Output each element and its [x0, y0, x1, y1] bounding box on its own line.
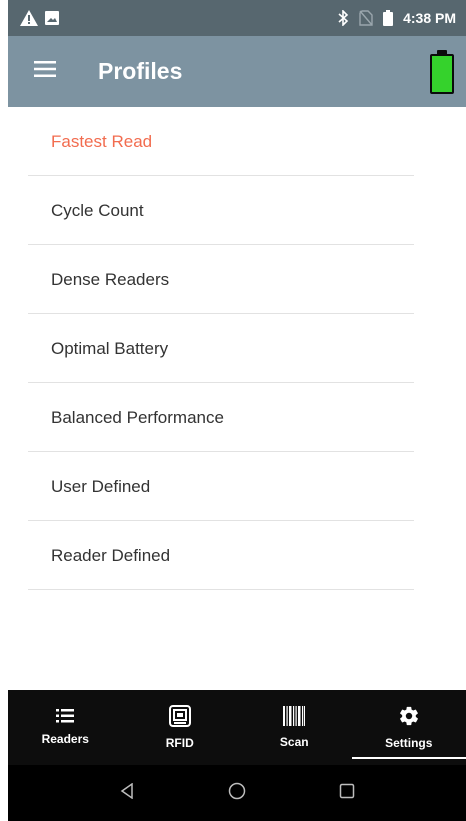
warning-icon [20, 10, 38, 26]
back-icon [119, 782, 135, 804]
app-bar: Profiles [8, 36, 466, 107]
profile-item-cycle-count[interactable]: Cycle Count [8, 176, 466, 245]
tab-label: Settings [385, 736, 433, 750]
profile-item-optimal-battery[interactable]: Optimal Battery [8, 314, 466, 383]
profile-label: Balanced Performance [51, 407, 224, 427]
profile-label: Fastest Read [51, 131, 153, 151]
tab-readers[interactable]: Readers [8, 690, 123, 765]
tab-label: RFID [165, 736, 194, 750]
battery-status-icon [383, 10, 394, 26]
tab-settings[interactable]: Settings [351, 690, 466, 765]
profile-label: Cycle Count [51, 200, 144, 220]
status-time: 4:38 PM [403, 10, 456, 26]
profile-label: Dense Readers [51, 269, 170, 289]
home-icon [228, 782, 246, 805]
bottom-nav: Readers RFID Scan Settings [8, 690, 466, 765]
recents-icon [339, 783, 355, 804]
bluetooth-icon [337, 10, 349, 26]
status-bar: 4:38 PM [8, 0, 466, 36]
tab-label: Scan [279, 735, 309, 749]
profile-label: Reader Defined [51, 545, 171, 565]
profile-list: Fastest Read Cycle Count Dense Readers O… [8, 107, 466, 590]
profile-label: User Defined [51, 476, 151, 496]
tab-scan[interactable]: Scan [237, 690, 352, 765]
no-sim-icon [359, 10, 373, 26]
profile-label: Optimal Battery [51, 338, 169, 358]
gear-icon [398, 705, 420, 732]
profile-item-user-defined[interactable]: User Defined [8, 452, 466, 521]
barcode-icon [283, 706, 306, 731]
hamburger-menu-icon [34, 61, 56, 82]
hamburger-menu-button[interactable] [22, 49, 68, 95]
profile-item-reader-defined[interactable]: Reader Defined [8, 521, 466, 590]
back-button[interactable] [107, 773, 147, 813]
rfid-icon [168, 705, 191, 732]
app-screen: 4:38 PM Profiles Fastest Read Cycle Coun… [8, 0, 466, 821]
recents-button[interactable] [327, 773, 367, 813]
profile-item-dense-readers[interactable]: Dense Readers [8, 245, 466, 314]
tab-label: Readers [41, 732, 89, 746]
system-nav-bar [8, 765, 466, 821]
profile-item-balanced-performance[interactable]: Balanced Performance [8, 383, 466, 452]
home-button[interactable] [217, 773, 257, 813]
page-title: Profiles [98, 58, 183, 84]
tab-rfid[interactable]: RFID [123, 690, 238, 765]
battery-full-icon [430, 49, 454, 94]
list-icon [56, 709, 75, 728]
image-notification-icon [44, 10, 60, 26]
profile-item-fastest-read[interactable]: Fastest Read [8, 107, 466, 176]
